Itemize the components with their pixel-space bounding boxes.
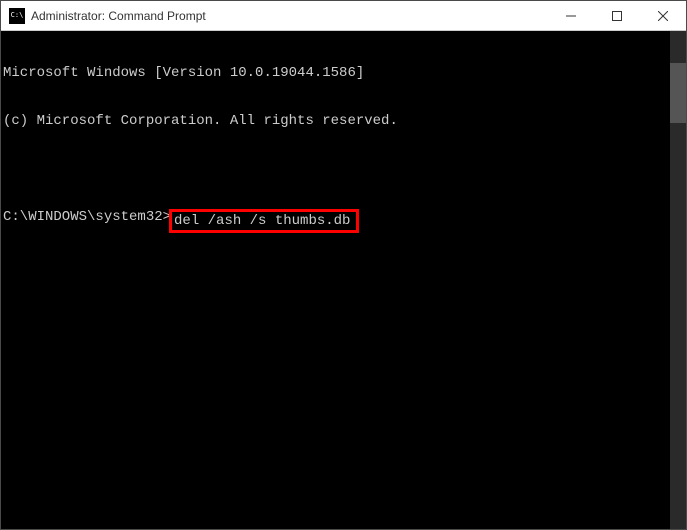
terminal-output-line: (c) Microsoft Corporation. All rights re… xyxy=(3,113,686,129)
prompt-path: C:\WINDOWS\system32> xyxy=(3,209,171,225)
close-button[interactable] xyxy=(640,1,686,30)
blank-line xyxy=(3,161,686,177)
prompt-line: C:\WINDOWS\system32>del /ash /s thumbs.d… xyxy=(3,209,686,233)
scrollbar[interactable] xyxy=(670,31,686,529)
window-controls xyxy=(548,1,686,30)
titlebar[interactable]: Administrator: Command Prompt xyxy=(1,1,686,31)
cmd-icon xyxy=(9,8,25,24)
command-text: del /ash /s thumbs.db xyxy=(174,213,350,229)
window-title: Administrator: Command Prompt xyxy=(31,9,548,23)
scrollbar-thumb[interactable] xyxy=(670,63,686,123)
command-prompt-window: Administrator: Command Prompt Microsoft … xyxy=(0,0,687,530)
minimize-button[interactable] xyxy=(548,1,594,30)
maximize-button[interactable] xyxy=(594,1,640,30)
command-highlight: del /ash /s thumbs.db xyxy=(169,209,359,233)
terminal-area[interactable]: Microsoft Windows [Version 10.0.19044.15… xyxy=(1,31,686,529)
terminal-output-line: Microsoft Windows [Version 10.0.19044.15… xyxy=(3,65,686,81)
